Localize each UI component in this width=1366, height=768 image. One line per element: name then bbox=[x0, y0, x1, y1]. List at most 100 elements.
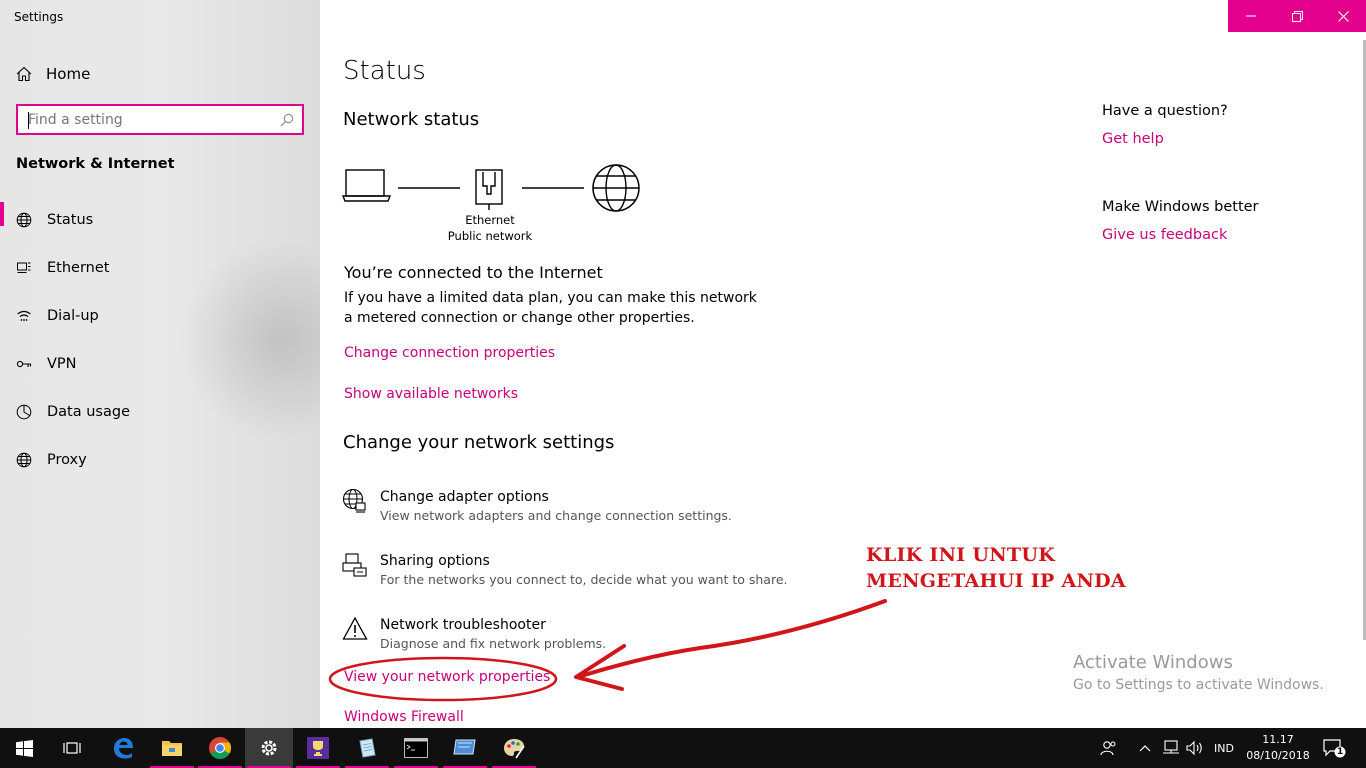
internet-globe-icon bbox=[592, 164, 640, 212]
settings-icon bbox=[261, 740, 277, 756]
task-view-button[interactable] bbox=[48, 728, 96, 768]
minimize-icon bbox=[1246, 15, 1256, 17]
sidebar: Settings Home Network & Internet Status … bbox=[0, 0, 320, 728]
sidebar-item-proxy[interactable]: Proxy bbox=[0, 436, 320, 484]
notification-count: 1 bbox=[1337, 747, 1344, 757]
trophy-app-icon bbox=[307, 737, 329, 759]
sidebar-item-ethernet[interactable]: Ethernet bbox=[0, 244, 320, 292]
volume-button[interactable] bbox=[1186, 728, 1204, 768]
laptop-icon bbox=[342, 169, 392, 202]
notepad-app-icon bbox=[359, 738, 376, 758]
paint-taskbar-button[interactable] bbox=[490, 728, 538, 768]
get-help-link[interactable]: Get help bbox=[1102, 131, 1164, 147]
annotation-text: KLIK INI UNTUK MENGETAHUI IP ANDA bbox=[866, 542, 1126, 594]
setting-desc: For the networks you connect to, decide … bbox=[380, 572, 788, 587]
question-heading: Have a question? bbox=[1102, 103, 1228, 119]
restore-button[interactable] bbox=[1274, 0, 1320, 32]
network-type: Public network bbox=[447, 229, 533, 243]
minimize-button[interactable] bbox=[1228, 0, 1274, 32]
taskbar: IND 11.17 08/10/2018 1 bbox=[0, 728, 1366, 768]
globe-icon bbox=[16, 452, 32, 468]
setting-title: Change adapter options bbox=[380, 489, 549, 505]
annotation-line1: KLIK INI UNTUK bbox=[866, 544, 1056, 566]
show-available-networks-link[interactable]: Show available networks bbox=[344, 386, 518, 402]
app-title: Settings bbox=[14, 10, 64, 24]
monitor-app-icon bbox=[453, 739, 476, 755]
action-center-button[interactable]: 1 bbox=[1322, 728, 1346, 768]
dialup-icon bbox=[17, 310, 31, 321]
network-tray-button[interactable] bbox=[1162, 728, 1180, 768]
notepad-app-taskbar-button[interactable] bbox=[343, 728, 391, 768]
connected-heading: You’re connected to the Internet bbox=[344, 263, 603, 282]
windows-firewall-link[interactable]: Windows Firewall bbox=[344, 709, 464, 725]
sidebar-item-vpn[interactable]: VPN bbox=[0, 340, 320, 388]
globe-icon bbox=[16, 212, 32, 228]
home-icon bbox=[16, 66, 32, 82]
file-explorer-icon bbox=[162, 741, 182, 756]
settings-taskbar-button[interactable] bbox=[245, 728, 293, 768]
clock-date: 08/10/2018 bbox=[1246, 749, 1310, 762]
search-icon[interactable] bbox=[280, 113, 294, 127]
chrome-icon bbox=[209, 737, 231, 759]
language-label: IND bbox=[1214, 741, 1234, 755]
ethernet-icon bbox=[17, 262, 31, 273]
people-icon bbox=[1100, 741, 1116, 756]
view-network-properties-link[interactable]: View your network properties bbox=[344, 669, 550, 685]
edge-taskbar-button[interactable] bbox=[99, 728, 147, 768]
setting-title: Network troubleshooter bbox=[380, 617, 546, 633]
change-connection-properties-link[interactable]: Change connection properties bbox=[344, 345, 555, 361]
monitor-app-taskbar-button[interactable] bbox=[441, 728, 489, 768]
change-adapter-options[interactable]: Change adapter options View network adap… bbox=[342, 488, 732, 526]
main-content: Status Network status Ethernet Public ne… bbox=[320, 0, 1366, 728]
show-hidden-icons-button[interactable] bbox=[1139, 728, 1151, 768]
file-explorer-taskbar-button[interactable] bbox=[148, 728, 196, 768]
ethernet-port-icon bbox=[475, 169, 503, 210]
clock-time: 11.17 bbox=[1262, 733, 1294, 746]
activation-watermark: Activate Windows Go to Settings to activ… bbox=[1073, 652, 1324, 693]
change-settings-heading: Change your network settings bbox=[343, 432, 615, 453]
watermark-line1: Activate Windows bbox=[1073, 652, 1233, 673]
home-nav[interactable]: Home bbox=[16, 62, 90, 86]
diagram-label: Ethernet Public network bbox=[440, 212, 540, 244]
language-indicator[interactable]: IND bbox=[1214, 728, 1234, 768]
trophy-app-taskbar-button[interactable] bbox=[294, 728, 342, 768]
clock[interactable]: 11.17 08/10/2018 bbox=[1244, 732, 1312, 764]
chrome-taskbar-button[interactable] bbox=[196, 728, 244, 768]
sidebar-item-label: Dial-up bbox=[47, 308, 99, 324]
setting-desc: View network adapters and change connect… bbox=[380, 508, 732, 523]
sidebar-item-label: Ethernet bbox=[47, 260, 110, 276]
close-button[interactable] bbox=[1320, 0, 1366, 32]
terminal-taskbar-button[interactable] bbox=[392, 728, 440, 768]
setting-desc: Diagnose and fix network problems. bbox=[380, 636, 607, 651]
restore-icon bbox=[1291, 10, 1303, 22]
section-title: Network & Internet bbox=[16, 156, 175, 172]
sidebar-nav: Status Ethernet Dial-up VPN Data usage P… bbox=[0, 196, 320, 484]
give-feedback-link[interactable]: Give us feedback bbox=[1102, 227, 1227, 243]
home-label: Home bbox=[46, 65, 91, 83]
paint-icon bbox=[504, 739, 525, 759]
sharing-options[interactable]: Sharing options For the networks you con… bbox=[342, 552, 788, 590]
sidebar-item-label: Status bbox=[47, 212, 94, 228]
search-input[interactable] bbox=[28, 111, 268, 128]
warning-icon bbox=[342, 616, 368, 640]
annotation-line2: MENGETAHUI IP ANDA bbox=[866, 570, 1126, 592]
page-title: Status bbox=[343, 56, 426, 86]
network-status-heading: Network status bbox=[343, 109, 480, 130]
network-troubleshooter[interactable]: Network troubleshooter Diagnose and fix … bbox=[342, 616, 606, 654]
vpn-icon bbox=[16, 360, 32, 368]
sidebar-item-label: VPN bbox=[47, 356, 77, 372]
search-box[interactable] bbox=[16, 104, 304, 135]
connected-description: If you have a limited data plan, you can… bbox=[344, 290, 757, 326]
close-icon bbox=[1337, 10, 1349, 22]
start-button[interactable] bbox=[0, 728, 48, 768]
feedback-heading: Make Windows better bbox=[1102, 199, 1259, 215]
chevron-up-icon bbox=[1139, 745, 1151, 752]
sidebar-item-status[interactable]: Status bbox=[0, 196, 320, 244]
sidebar-item-data-usage[interactable]: Data usage bbox=[0, 388, 320, 436]
text-caret bbox=[28, 112, 29, 129]
network-tray-icon bbox=[1163, 740, 1179, 754]
sidebar-item-dialup[interactable]: Dial-up bbox=[0, 292, 320, 340]
task-view-icon bbox=[63, 742, 81, 754]
people-button[interactable] bbox=[1100, 728, 1118, 768]
window-controls bbox=[1228, 0, 1366, 32]
